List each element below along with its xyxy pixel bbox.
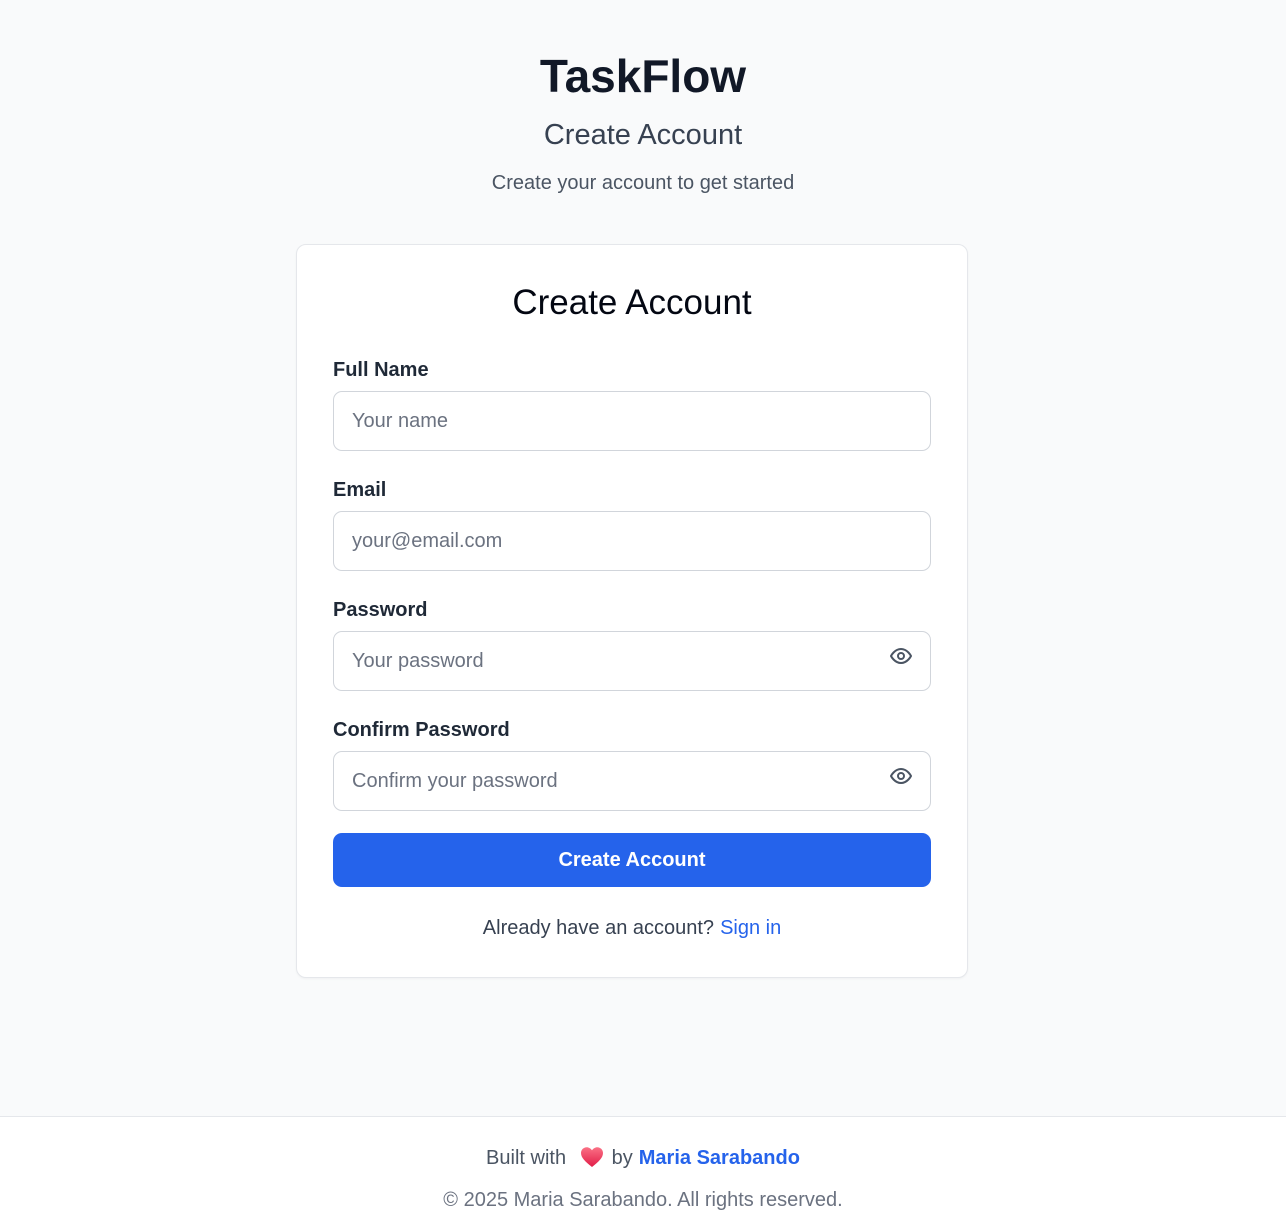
password-box xyxy=(333,631,931,691)
signup-page: TaskFlow Create Account Create your acco… xyxy=(0,0,1286,1222)
full-name-input[interactable] xyxy=(334,392,930,450)
author-link[interactable]: Maria Sarabando xyxy=(639,1147,800,1169)
by-text: by xyxy=(611,1147,633,1169)
copyright-text: © 2025 Maria Sarabando. All rights reser… xyxy=(443,1189,843,1211)
footer-credit: Built with by Maria Sarabando xyxy=(0,1145,1286,1175)
password-label: Password xyxy=(333,599,428,621)
password-field: Password xyxy=(333,597,931,691)
eye-icon[interactable] xyxy=(888,644,914,668)
page-heading: Create Account xyxy=(543,119,743,151)
signin-link[interactable]: Sign in xyxy=(720,917,781,939)
full-name-field: Full Name xyxy=(333,357,931,451)
full-name-label: Full Name xyxy=(333,359,429,381)
signup-card: Create Account Full Name Email Password xyxy=(296,244,968,978)
signin-row: Already have an account? Sign in xyxy=(297,915,967,941)
card-title: Create Account xyxy=(512,283,752,322)
heart-icon xyxy=(580,1146,604,1175)
email-input[interactable] xyxy=(334,512,930,570)
create-account-button[interactable]: Create Account xyxy=(333,833,931,887)
built-with-text: Built with xyxy=(486,1147,567,1169)
signin-prompt: Already have an account? xyxy=(482,917,715,939)
email-box xyxy=(333,511,931,571)
eye-icon[interactable] xyxy=(888,764,914,788)
confirm-password-label: Confirm Password xyxy=(333,719,510,741)
footer: Built with by Maria Sarabando © 2025 Mari… xyxy=(0,1116,1286,1222)
confirm-password-box xyxy=(333,751,931,811)
confirm-password-field: Confirm Password xyxy=(333,717,931,811)
confirm-password-input[interactable] xyxy=(334,752,930,810)
brand-title: TaskFlow xyxy=(539,50,747,102)
full-name-box xyxy=(333,391,931,451)
password-input[interactable] xyxy=(334,632,930,690)
page-subtitle: Create your account to get started xyxy=(491,172,795,194)
email-field: Email xyxy=(333,477,931,571)
email-label: Email xyxy=(333,479,387,501)
